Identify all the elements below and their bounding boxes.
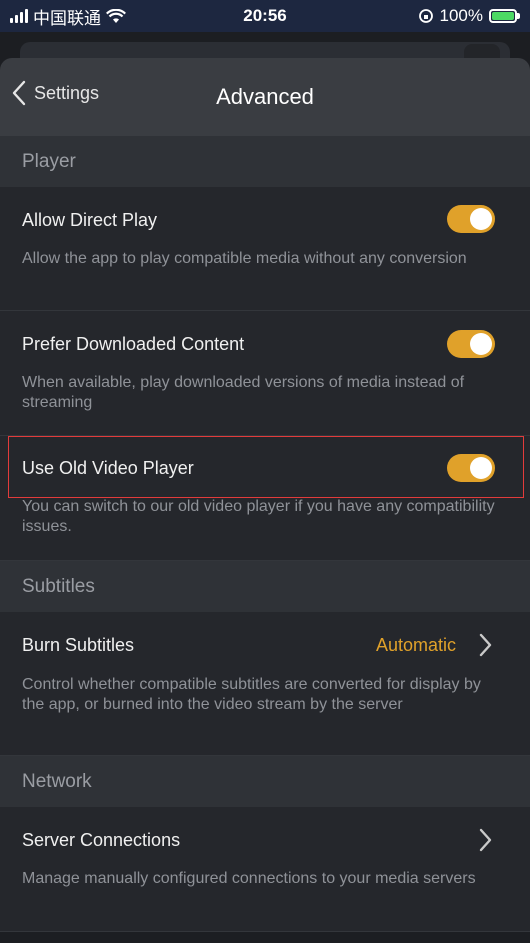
row-title: Allow Direct Play bbox=[22, 210, 158, 230]
battery-percent: 100% bbox=[439, 6, 483, 25]
row-title: Prefer Downloaded Content bbox=[22, 334, 245, 354]
row-prefer-downloaded: Prefer Downloaded Content When available… bbox=[0, 311, 530, 436]
page-title: Advanced bbox=[216, 84, 314, 109]
battery-icon bbox=[489, 9, 520, 23]
burn-subtitles-value: Automatic bbox=[375, 635, 456, 655]
wifi-icon bbox=[106, 8, 126, 23]
section-header-player: Player bbox=[0, 136, 530, 187]
carrier-label: 中国联通 bbox=[33, 8, 101, 28]
status-time: 20:56 bbox=[243, 6, 287, 25]
row-description: Allow the app to play compatible media w… bbox=[22, 250, 467, 267]
chevron-right-icon[interactable] bbox=[479, 633, 492, 657]
old-video-player-toggle[interactable] bbox=[447, 454, 495, 482]
status-bar: 中国联通 20:56 100% bbox=[0, 0, 530, 32]
row-use-old-video-player: Use Old Video Player You can switch to o… bbox=[0, 436, 530, 561]
prefer-downloaded-toggle[interactable] bbox=[447, 330, 495, 358]
row-description: Manage manually configured connections t… bbox=[22, 870, 476, 887]
row-description: You can switch to our old video player i… bbox=[22, 498, 495, 535]
section-header-network: Network bbox=[0, 756, 530, 807]
row-burn-subtitles[interactable]: Burn Subtitles Automatic Control whether… bbox=[0, 612, 530, 756]
orientation-lock-icon bbox=[418, 9, 433, 23]
status-left: 中国联通 bbox=[0, 4, 126, 29]
row-description: Control whether compatible subtitles are… bbox=[22, 676, 481, 713]
signal-icon bbox=[10, 9, 28, 23]
settings-list: Player Allow Direct Play Allow the app t… bbox=[0, 136, 530, 932]
status-right: 100% bbox=[418, 6, 530, 26]
row-title: Server Connections bbox=[22, 830, 181, 850]
navigation-bar: Settings Advanced bbox=[0, 58, 530, 137]
section-header-subtitles: Subtitles bbox=[0, 561, 530, 612]
row-description: When available, play downloaded versions… bbox=[22, 374, 465, 411]
row-server-connections[interactable]: Server Connections Manage manually confi… bbox=[0, 807, 530, 932]
row-title: Use Old Video Player bbox=[22, 458, 194, 478]
row-allow-direct-play: Allow Direct Play Allow the app to play … bbox=[0, 187, 530, 311]
allow-direct-play-toggle[interactable] bbox=[447, 205, 495, 233]
chevron-right-icon[interactable] bbox=[479, 828, 492, 852]
row-title: Burn Subtitles bbox=[22, 635, 135, 655]
